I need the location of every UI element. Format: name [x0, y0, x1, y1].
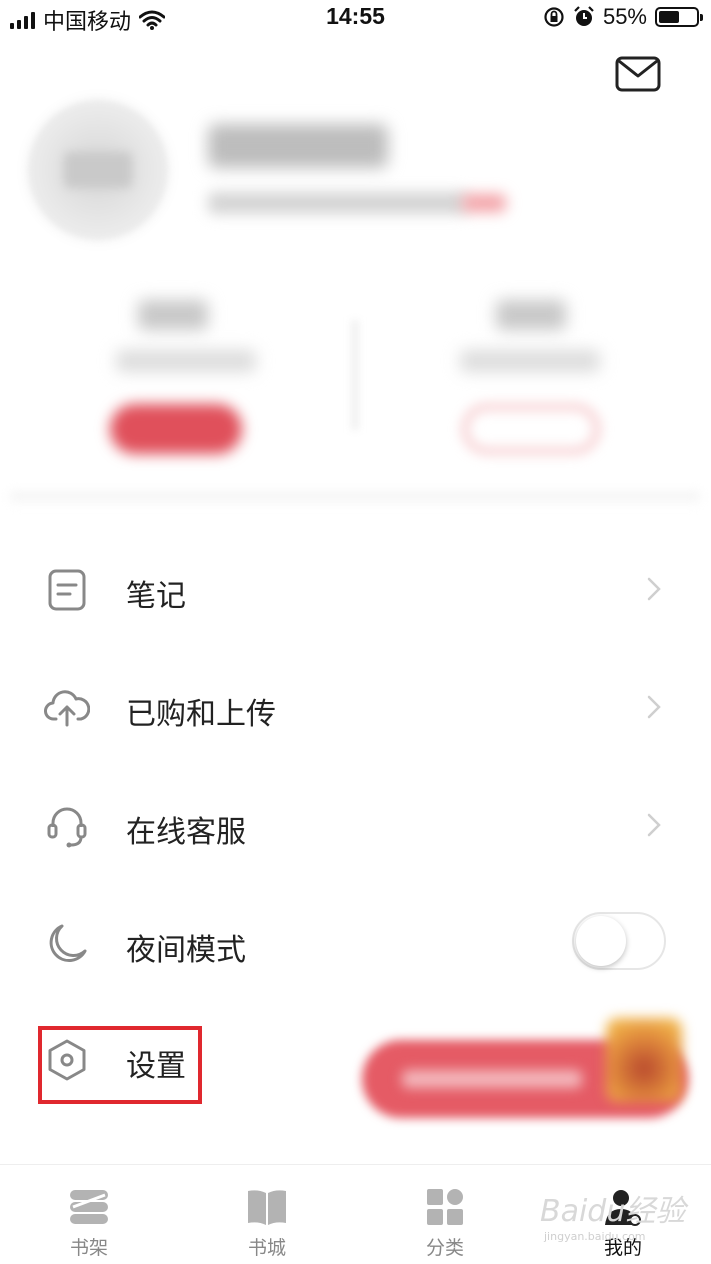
tab-category[interactable]: 分类: [356, 1165, 534, 1264]
membership-stat-subtitle-blurred: [460, 350, 600, 372]
night-mode-toggle[interactable]: [572, 912, 666, 970]
settings-highlight-annotation: [38, 1026, 202, 1104]
status-bar: 中国移动 14:55 55%: [0, 0, 711, 36]
battery-percent: 55%: [602, 4, 647, 29]
card-shadow: [10, 492, 700, 506]
battery-icon: [655, 7, 703, 27]
tab-bookshelf[interactable]: 书架: [0, 1165, 178, 1264]
account-stat-subtitle-blurred: [116, 350, 256, 372]
account-action-button-blurred[interactable]: [110, 404, 242, 454]
chevron-right-icon: [647, 577, 661, 601]
membership-action-button-blurred[interactable]: [462, 404, 600, 454]
baidu-watermark: Baidu经验 jingyan.baidu.com: [540, 1186, 690, 1246]
book-icon: [248, 1190, 286, 1225]
moon-icon: [49, 924, 87, 962]
promo-text-blurred: [402, 1070, 582, 1088]
username-blurred[interactable]: [208, 124, 388, 168]
headset-icon: [47, 807, 87, 848]
tab-label: 书架: [69, 1238, 108, 1259]
category-icon: [427, 1189, 463, 1225]
profile-subtitle-blurred: [208, 192, 468, 214]
rotation-lock-icon: [544, 7, 564, 27]
membership-stat-title-blurred: [496, 300, 566, 330]
menu-item-label: 在线客服: [126, 816, 246, 849]
tab-label: 书城: [247, 1238, 286, 1259]
tab-bookstore[interactable]: 书城: [178, 1165, 356, 1264]
avatar[interactable]: [28, 100, 168, 240]
menu-item-customer-service[interactable]: 在线客服: [0, 769, 711, 879]
chevron-right-icon: [647, 695, 661, 719]
menu-item-notes[interactable]: 笔记: [0, 533, 711, 643]
menu-item-label: 夜间模式: [126, 934, 246, 967]
chevron-right-icon: [647, 813, 661, 837]
account-stat-title-blurred: [138, 300, 208, 330]
watermark-url: jingyan.baidu.com: [544, 1230, 646, 1243]
gift-icon: [606, 1018, 682, 1102]
note-icon: [48, 569, 86, 611]
menu-item-label: 笔记: [126, 580, 186, 613]
cloud-upload-icon: [44, 690, 90, 727]
stats-divider: [352, 320, 358, 430]
mail-icon[interactable]: [615, 56, 661, 92]
watermark-brand: Baidu经验: [540, 1194, 686, 1229]
toggle-knob: [576, 916, 626, 966]
profile-subtitle-link-blurred[interactable]: [462, 194, 506, 212]
menu-item-purchased-uploads[interactable]: 已购和上传: [0, 651, 711, 761]
tab-label: 分类: [425, 1238, 464, 1259]
bookshelf-icon: [70, 1190, 108, 1224]
alarm-icon: [574, 6, 594, 26]
menu-item-label: 已购和上传: [126, 698, 276, 731]
